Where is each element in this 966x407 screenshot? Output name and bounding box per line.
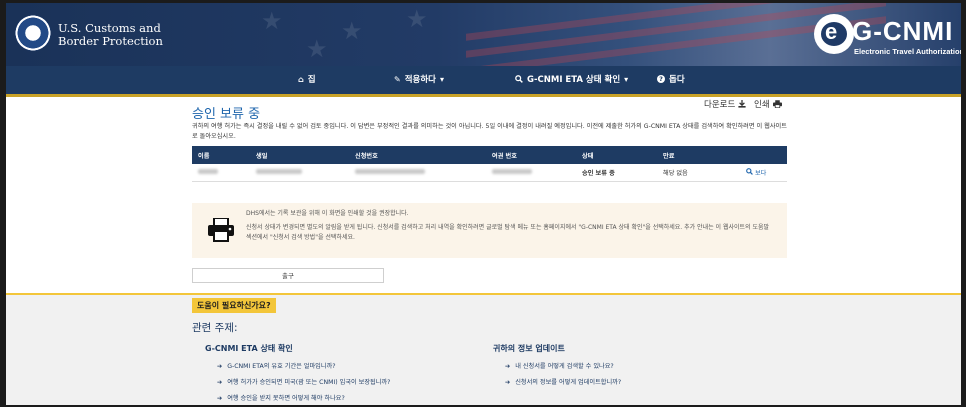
nav-home-label: 집	[307, 75, 316, 85]
table-header-row: 이름 생일 신청번호 여권 번호 상태 만료	[192, 146, 787, 164]
view-cell: 보다	[740, 164, 787, 182]
view-label: 보다	[754, 170, 767, 177]
print-label: 인쇄	[754, 100, 770, 110]
caret-down-icon: ▾	[624, 74, 629, 84]
gcnmi-logo[interactable]: e G-CNMI Electronic Travel Authorization	[814, 13, 961, 59]
search-icon	[746, 168, 753, 175]
agency-name[interactable]: U.S. Customs and Border Protection	[58, 22, 163, 48]
nav-help-label: 돕다	[669, 75, 685, 85]
main-nav: ⌂ 집 ✎ 적용하다 ▾ G-CNMI ETA 상태 확인 ▾ ? 돕다	[6, 66, 961, 97]
column-header: 만료	[657, 146, 740, 164]
topic-column-title: 귀하의 정보 업데이트	[493, 344, 565, 353]
printer-icon	[208, 218, 234, 242]
birthdate-cell	[250, 164, 349, 182]
faq-link[interactable]: ➔ 여행 승인을 받지 못하면 어떻게 해야 하나요?	[217, 393, 345, 402]
column-header-actions	[740, 146, 787, 164]
help-section: 도움이 필요하신가요? 관련 주제: G-CNMI ETA 상태 확인 ➔ G-C…	[6, 293, 961, 405]
print-link[interactable]: 인쇄	[754, 98, 782, 110]
related-topics-heading: 관련 주제:	[192, 322, 238, 334]
arrow-right-icon: ➔	[505, 363, 511, 370]
faq-link[interactable]: ➔ 여행 허가가 승인되면 미국(괌 또는 CNMI) 입국이 보장됩니까?	[217, 377, 390, 386]
faq-link-label: G-CNMI ETA의 유효 기간은 얼마입니까?	[227, 363, 336, 370]
nav-help[interactable]: ? 돕다	[657, 73, 685, 85]
arrow-right-icon: ➔	[217, 395, 223, 402]
print-notice: DHS에서는 기록 보관을 위해 이 화면을 인쇄할 것을 권장합니다. 신청서…	[192, 203, 787, 258]
search-icon	[515, 75, 523, 83]
redacted-value	[198, 169, 218, 174]
star-decoration-icon: ★	[261, 7, 283, 35]
column-header: 신청번호	[349, 146, 486, 164]
print-icon	[772, 100, 782, 108]
faq-link-label: 여행 허가가 승인되면 미국(괌 또는 CNMI) 입국이 보장됩니까?	[227, 379, 391, 386]
pencil-icon: ✎	[394, 74, 401, 84]
star-decoration-icon: ★	[406, 5, 428, 33]
faq-link[interactable]: ➔ 내 신청서를 어떻게 검색할 수 있나요?	[505, 361, 614, 370]
dhs-seal-icon[interactable]	[15, 15, 51, 51]
application-number-cell	[349, 164, 486, 182]
question-icon: ?	[657, 75, 665, 83]
agency-name-line2: Border Protection	[58, 34, 163, 48]
passport-number-cell	[486, 164, 576, 182]
download-icon	[738, 100, 746, 108]
star-decoration-icon: ★	[341, 17, 363, 45]
exit-button[interactable]: 출구	[192, 268, 384, 283]
logo-mark: e	[825, 19, 838, 44]
arrow-right-icon: ➔	[217, 363, 223, 370]
download-link[interactable]: 다운로드	[704, 98, 746, 110]
column-header: 여권 번호	[486, 146, 576, 164]
download-label: 다운로드	[704, 100, 736, 110]
redacted-value	[355, 169, 425, 174]
star-decoration-icon: ★	[306, 35, 328, 63]
faq-link-label: 신청서의 정보를 어떻게 업데이트합니까?	[515, 379, 622, 386]
faq-link[interactable]: ➔ 신청서의 정보를 어떻게 업데이트합니까?	[505, 377, 621, 386]
faq-link[interactable]: ➔ G-CNMI ETA의 유효 기간은 얼마입니까?	[217, 361, 336, 370]
nav-apply-label: 적용하다	[404, 75, 436, 85]
arrow-right-icon: ➔	[505, 379, 511, 386]
nav-home[interactable]: ⌂ 집	[298, 73, 316, 86]
notice-line2: 신청서 상태가 변경되면 별도의 알림을 받게 됩니다. 신청서를 검색하고 처…	[246, 224, 770, 241]
table-row: 승인 보류 중 해당 없음 보다	[192, 164, 787, 182]
column-header: 상태	[576, 146, 657, 164]
notice-text: DHS에서는 기록 보관을 위해 이 화면을 인쇄할 것을 권장합니다. 신청서…	[246, 209, 776, 247]
expiry-cell: 해당 없음	[657, 164, 740, 182]
page-title: 승인 보류 중	[192, 107, 261, 122]
topic-column-title: G-CNMI ETA 상태 확인	[205, 344, 293, 353]
faq-link-label: 내 신청서를 어떻게 검색할 수 있나요?	[515, 363, 614, 370]
home-icon: ⌂	[298, 74, 304, 84]
view-link[interactable]: 보다	[746, 168, 767, 177]
caret-down-icon: ▾	[439, 74, 444, 84]
redacted-value	[492, 169, 532, 174]
nav-apply[interactable]: ✎ 적용하다 ▾	[394, 73, 444, 86]
name-cell	[192, 164, 250, 182]
intro-text: 귀하의 여행 허가는 즉시 결정을 내릴 수 없어 검토 중입니다. 이 답변은…	[192, 123, 787, 140]
column-header: 생일	[250, 146, 349, 164]
nav-status-label: G-CNMI ETA 상태 확인	[527, 75, 621, 85]
notice-line1: DHS에서는 기록 보관을 위해 이 화면을 인쇄할 것을 권장합니다.	[246, 210, 409, 217]
column-header: 이름	[192, 146, 250, 164]
browser-viewport: ★ ★ ★ ★ U.S. Customs and Border Protecti…	[6, 3, 961, 405]
application-table: 이름 생일 신청번호 여권 번호 상태 만료 승인 보류 중 해당 없음 보다	[192, 146, 787, 182]
nav-status[interactable]: G-CNMI ETA 상태 확인 ▾	[515, 73, 628, 85]
redacted-value	[256, 169, 302, 174]
help-tab[interactable]: 도움이 필요하신가요?	[192, 298, 276, 313]
faq-link-label: 여행 승인을 받지 못하면 어떻게 해야 하나요?	[227, 395, 345, 402]
logo-text: G-CNMI	[852, 16, 954, 46]
arrow-right-icon: ➔	[217, 379, 223, 386]
logo-subtitle: Electronic Travel Authorization	[854, 47, 961, 56]
status-cell: 승인 보류 중	[576, 164, 657, 182]
site-header: ★ ★ ★ ★ U.S. Customs and Border Protecti…	[6, 3, 961, 66]
